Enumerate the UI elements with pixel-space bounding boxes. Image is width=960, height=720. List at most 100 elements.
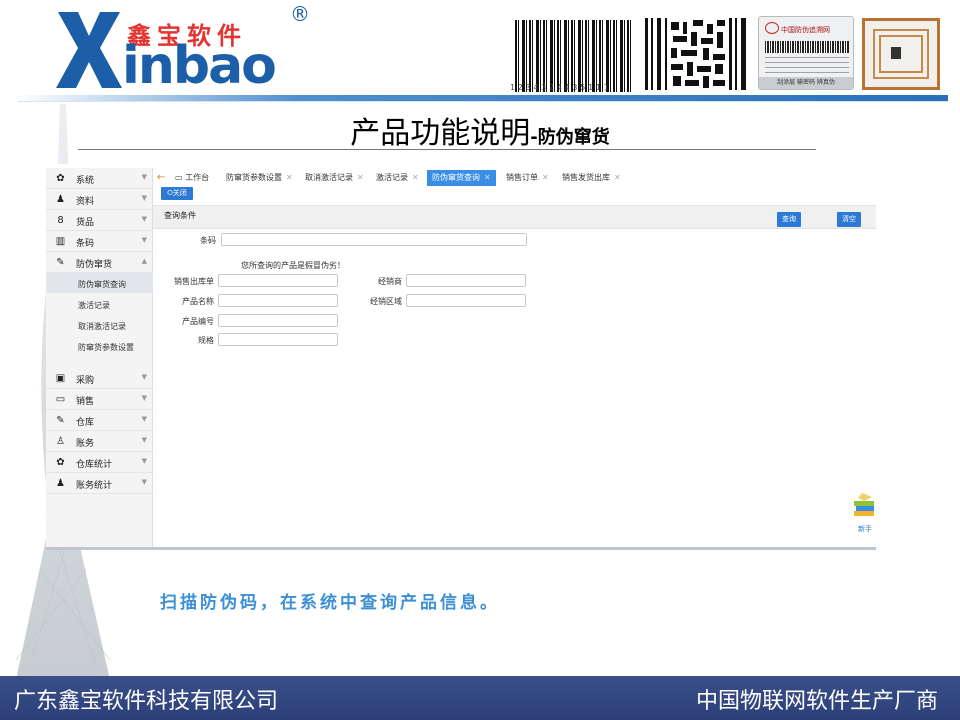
close-icon[interactable]: ✕	[614, 173, 621, 182]
user-icon: ♟	[56, 194, 65, 205]
logo-x-mark	[56, 12, 122, 88]
chevron-down-icon: ▼	[141, 394, 147, 402]
qr-code-image	[645, 18, 749, 90]
chevron-down-icon: ▼	[141, 173, 147, 181]
sales-order-input[interactable]	[218, 274, 338, 287]
chip-icon	[891, 47, 901, 59]
sidebar-item-label: 资料	[76, 197, 95, 207]
close-icon[interactable]: ✕	[286, 173, 293, 182]
scale-icon: ♙	[56, 436, 65, 447]
sidebar: ✿ 系统 ▼ ♟ 资料 ▼ 8 货品 ▼ ▥ 条码 ▼ ✎ 防伪窜货 ▲ 防伪窜…	[46, 168, 153, 549]
seal-icon	[765, 22, 779, 34]
card-icon: ▣	[55, 373, 66, 384]
query-conditions-bar: 查询条件 查询 清空	[153, 205, 876, 229]
label-card-barcode	[765, 41, 849, 53]
counterfeit-notice: 您所查询的产品是假冒伪劣！	[241, 261, 345, 270]
region-label: 经销区域	[370, 297, 402, 306]
sidebar-item-sales[interactable]: ▭ 销售 ▼	[46, 389, 153, 410]
goods-icon: 8	[57, 215, 64, 226]
region-input[interactable]	[406, 294, 526, 307]
product-name-label: 产品名称	[182, 297, 214, 306]
sidebar-item-account-stats[interactable]: ♟ 账务统计 ▼	[46, 473, 153, 494]
chevron-down-icon: ▼	[141, 478, 147, 486]
sidebar-item-label: 仓库	[76, 418, 95, 428]
sales-order-label: 销售出库单	[174, 277, 214, 286]
tab-anti-diversion-settings[interactable]: 防窜货参数设置 ✕	[226, 170, 293, 186]
logo-latin-name: inbao	[122, 36, 277, 96]
close-icon[interactable]: ✕	[542, 173, 549, 182]
tab-sales-orders[interactable]: 销售订单 ✕	[506, 170, 549, 186]
rfid-tag-image	[862, 18, 940, 90]
chevron-down-icon: ▼	[141, 415, 147, 423]
sidebar-item-label: 账务	[76, 439, 95, 449]
chevron-down-icon: ▼	[141, 236, 147, 244]
sidebar-item-data[interactable]: ♟ 资料 ▼	[46, 189, 153, 210]
close-icon[interactable]: ✕	[412, 173, 419, 182]
back-arrow-icon[interactable]: ←	[157, 170, 165, 186]
monitor-icon: ▭	[55, 394, 66, 405]
barcode-input[interactable]	[221, 233, 527, 246]
close-icon[interactable]: ✕	[357, 173, 364, 182]
chevron-down-icon: ▼	[141, 194, 147, 202]
slide-title: 产品功能说明-防伪窜货	[0, 108, 960, 152]
query-conditions-label: 查询条件	[164, 211, 196, 220]
title-underline	[78, 149, 816, 150]
submenu-cancel-activation-records[interactable]: 取消激活记录	[46, 315, 153, 335]
tab-cancel-activation-records[interactable]: 取消激活记录 ✕	[305, 170, 364, 186]
company-slogan: 中国物联网软件生产厂商	[695, 689, 938, 714]
barcode-label: 条码	[200, 236, 216, 245]
app-bottom-border	[46, 547, 876, 550]
sidebar-item-warehouse[interactable]: ✎ 仓库 ▼	[46, 410, 153, 431]
app-screenshot: ✿ 系统 ▼ ♟ 资料 ▼ 8 货品 ▼ ▥ 条码 ▼ ✎ 防伪窜货 ▲ 防伪窜…	[46, 164, 876, 549]
chevron-up-icon: ▲	[141, 257, 147, 265]
close-button[interactable]: ⭘关闭	[161, 187, 193, 200]
anti-counterfeit-label: 中国防伪追溯网 刮涂层 输密码 辨真伪	[758, 16, 854, 90]
edit-icon: ✎	[56, 257, 65, 268]
help-books-icon[interactable]	[852, 491, 876, 519]
edit-icon: ✎	[56, 415, 65, 426]
sidebar-item-warehouse-stats[interactable]: ✿ 仓库统计 ▼	[46, 452, 153, 473]
chevron-down-icon: ▼	[141, 215, 147, 223]
spec-input[interactable]	[218, 333, 338, 346]
slide-title-sub: -防伪窜货	[530, 127, 610, 148]
chevron-down-icon: ▼	[141, 373, 147, 381]
sidebar-item-anti-counterfeit[interactable]: ✎ 防伪窜货 ▲	[46, 252, 153, 273]
sidebar-item-goods[interactable]: 8 货品 ▼	[46, 210, 153, 231]
gear-icon: ✿	[56, 173, 65, 184]
submenu-activation-records[interactable]: 激活记录	[46, 294, 153, 314]
submenu-anti-counterfeit-query[interactable]: 防伪窜货查询	[46, 273, 153, 293]
product-code-input[interactable]	[218, 314, 338, 327]
submenu-anti-diversion-settings[interactable]: 防窜货参数设置	[46, 336, 153, 356]
monitor-icon: ▭	[175, 173, 186, 182]
footer-bar: 广东鑫宝软件科技有限公司 中国物联网软件生产厂商	[0, 676, 960, 720]
sidebar-item-label: 防伪窜货	[76, 260, 113, 270]
help-label[interactable]: 新手	[858, 524, 872, 534]
sidebar-item-accounts[interactable]: ♙ 账务 ▼	[46, 431, 153, 452]
spec-label: 规格	[198, 336, 214, 345]
product-name-input[interactable]	[218, 294, 338, 307]
tab-bar: ← ▭ 工作台 防窜货参数设置 ✕ 取消激活记录 ✕ 激活记录 ✕ 防伪窜货查询 ✕ 销…	[153, 168, 876, 186]
sidebar-item-label: 销售	[76, 397, 95, 407]
sidebar-item-barcode[interactable]: ▥ 条码 ▼	[46, 231, 153, 252]
slide-title-main: 产品功能说明	[350, 116, 531, 151]
tab-anti-counterfeit-query[interactable]: 防伪窜货查询 ✕	[427, 170, 496, 186]
slide-caption: 扫描防伪码，在系统中查询产品信息。	[160, 593, 500, 613]
query-button[interactable]: 查询	[777, 212, 801, 227]
tab-workbench[interactable]: ▭ 工作台	[175, 170, 209, 186]
sidebar-item-purchase[interactable]: ▣ 采购 ▼	[46, 368, 153, 389]
clear-button[interactable]: 清空	[837, 212, 861, 227]
tab-activation-records[interactable]: 激活记录 ✕	[376, 170, 419, 186]
barcode-digits: 1234324435111	[510, 83, 612, 92]
company-name: 广东鑫宝软件科技有限公司	[14, 689, 279, 714]
dealer-input[interactable]	[406, 274, 526, 287]
user-icon: ♟	[56, 478, 65, 489]
label-card-footer: 刮涂层 输密码 辨真伪	[759, 77, 853, 89]
sidebar-item-label: 账务统计	[76, 481, 113, 491]
header-banner: 鑫宝软件 ® inbao 1234324435111 中国防伪追溯网 刮涂层 输…	[0, 0, 960, 104]
tab-sales-shipment[interactable]: 销售发货出库 ✕	[562, 170, 621, 186]
sidebar-item-system[interactable]: ✿ 系统 ▼	[46, 168, 153, 189]
sidebar-item-label: 货品	[76, 218, 95, 228]
gear-icon: ✿	[56, 457, 65, 468]
sidebar-item-label: 采购	[76, 376, 95, 386]
close-icon[interactable]: ✕	[484, 173, 491, 182]
